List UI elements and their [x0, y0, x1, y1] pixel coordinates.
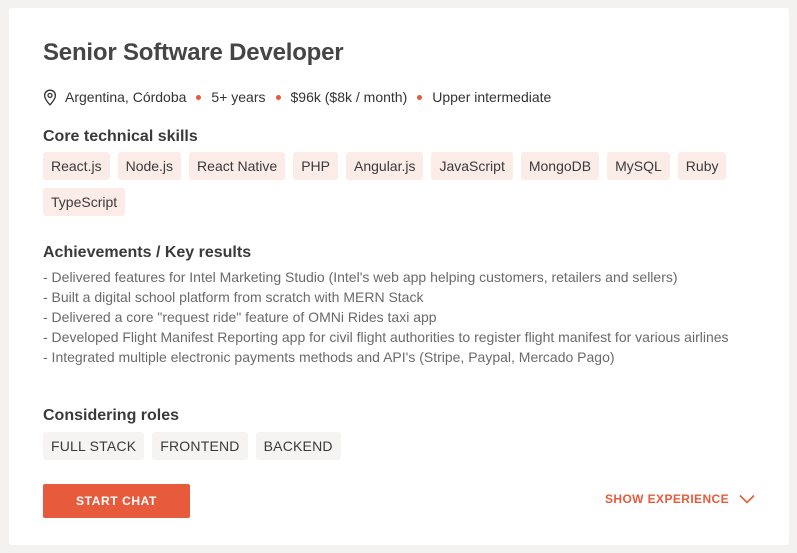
candidate-card: Senior Software Developer Argentina, Cór… — [9, 8, 789, 545]
skills-list: React.js Node.js React Native PHP Angula… — [43, 152, 763, 216]
achievement-item: - Delivered features for Intel Marketing… — [43, 269, 678, 285]
skill-chip: PHP — [293, 152, 338, 180]
skill-chip: React Native — [189, 152, 286, 180]
location-text: Argentina, Córdoba — [65, 89, 187, 105]
roles-heading: Considering roles — [43, 407, 180, 424]
achievements-heading: Achievements / Key results — [43, 244, 252, 261]
salary-text: $96k ($8k / month) — [290, 89, 408, 105]
skill-chip: Node.js — [117, 152, 182, 180]
achievement-item: - Developed Flight Manifest Reporting ap… — [43, 329, 729, 345]
candidate-meta: Argentina, Córdoba 5+ years $96k ($8k / … — [43, 88, 551, 106]
job-title: Senior Software Developer — [43, 39, 344, 66]
skill-chip: JavaScript — [431, 152, 513, 180]
separator-dot — [275, 94, 281, 100]
achievement-item: - Delivered a core "request ride" featur… — [43, 309, 437, 325]
skills-heading: Core technical skills — [43, 128, 198, 145]
show-experience-label: SHOW EXPERIENCE — [604, 492, 729, 506]
chevron-down-icon — [739, 494, 755, 504]
separator-dot — [196, 94, 202, 100]
role-chip: BACKEND — [255, 432, 341, 460]
achievement-item: - Built a digital school platform from s… — [43, 289, 424, 305]
map-pin-icon — [43, 88, 59, 106]
skill-chip: MySQL — [607, 152, 670, 180]
skill-chip: Ruby — [677, 152, 727, 180]
start-chat-button[interactable]: START CHAT — [43, 484, 190, 518]
skill-chip: MongoDB — [520, 152, 600, 180]
role-chip: FRONTEND — [152, 432, 248, 460]
skill-chip: React.js — [43, 152, 110, 180]
achievement-item: - Integrated multiple electronic payment… — [43, 349, 615, 365]
english-level-text: Upper intermediate — [432, 89, 552, 105]
achievements-list: - Delivered features for Intel Marketing… — [43, 267, 763, 367]
skill-chip: Angular.js — [346, 152, 424, 180]
roles-list: FULL STACK FRONTEND BACKEND — [43, 432, 341, 460]
role-chip: FULL STACK — [43, 432, 145, 460]
separator-dot — [417, 94, 423, 100]
show-experience-toggle[interactable]: SHOW EXPERIENCE — [605, 492, 755, 506]
skill-chip: TypeScript — [43, 188, 126, 216]
experience-text: 5+ years — [211, 89, 266, 105]
